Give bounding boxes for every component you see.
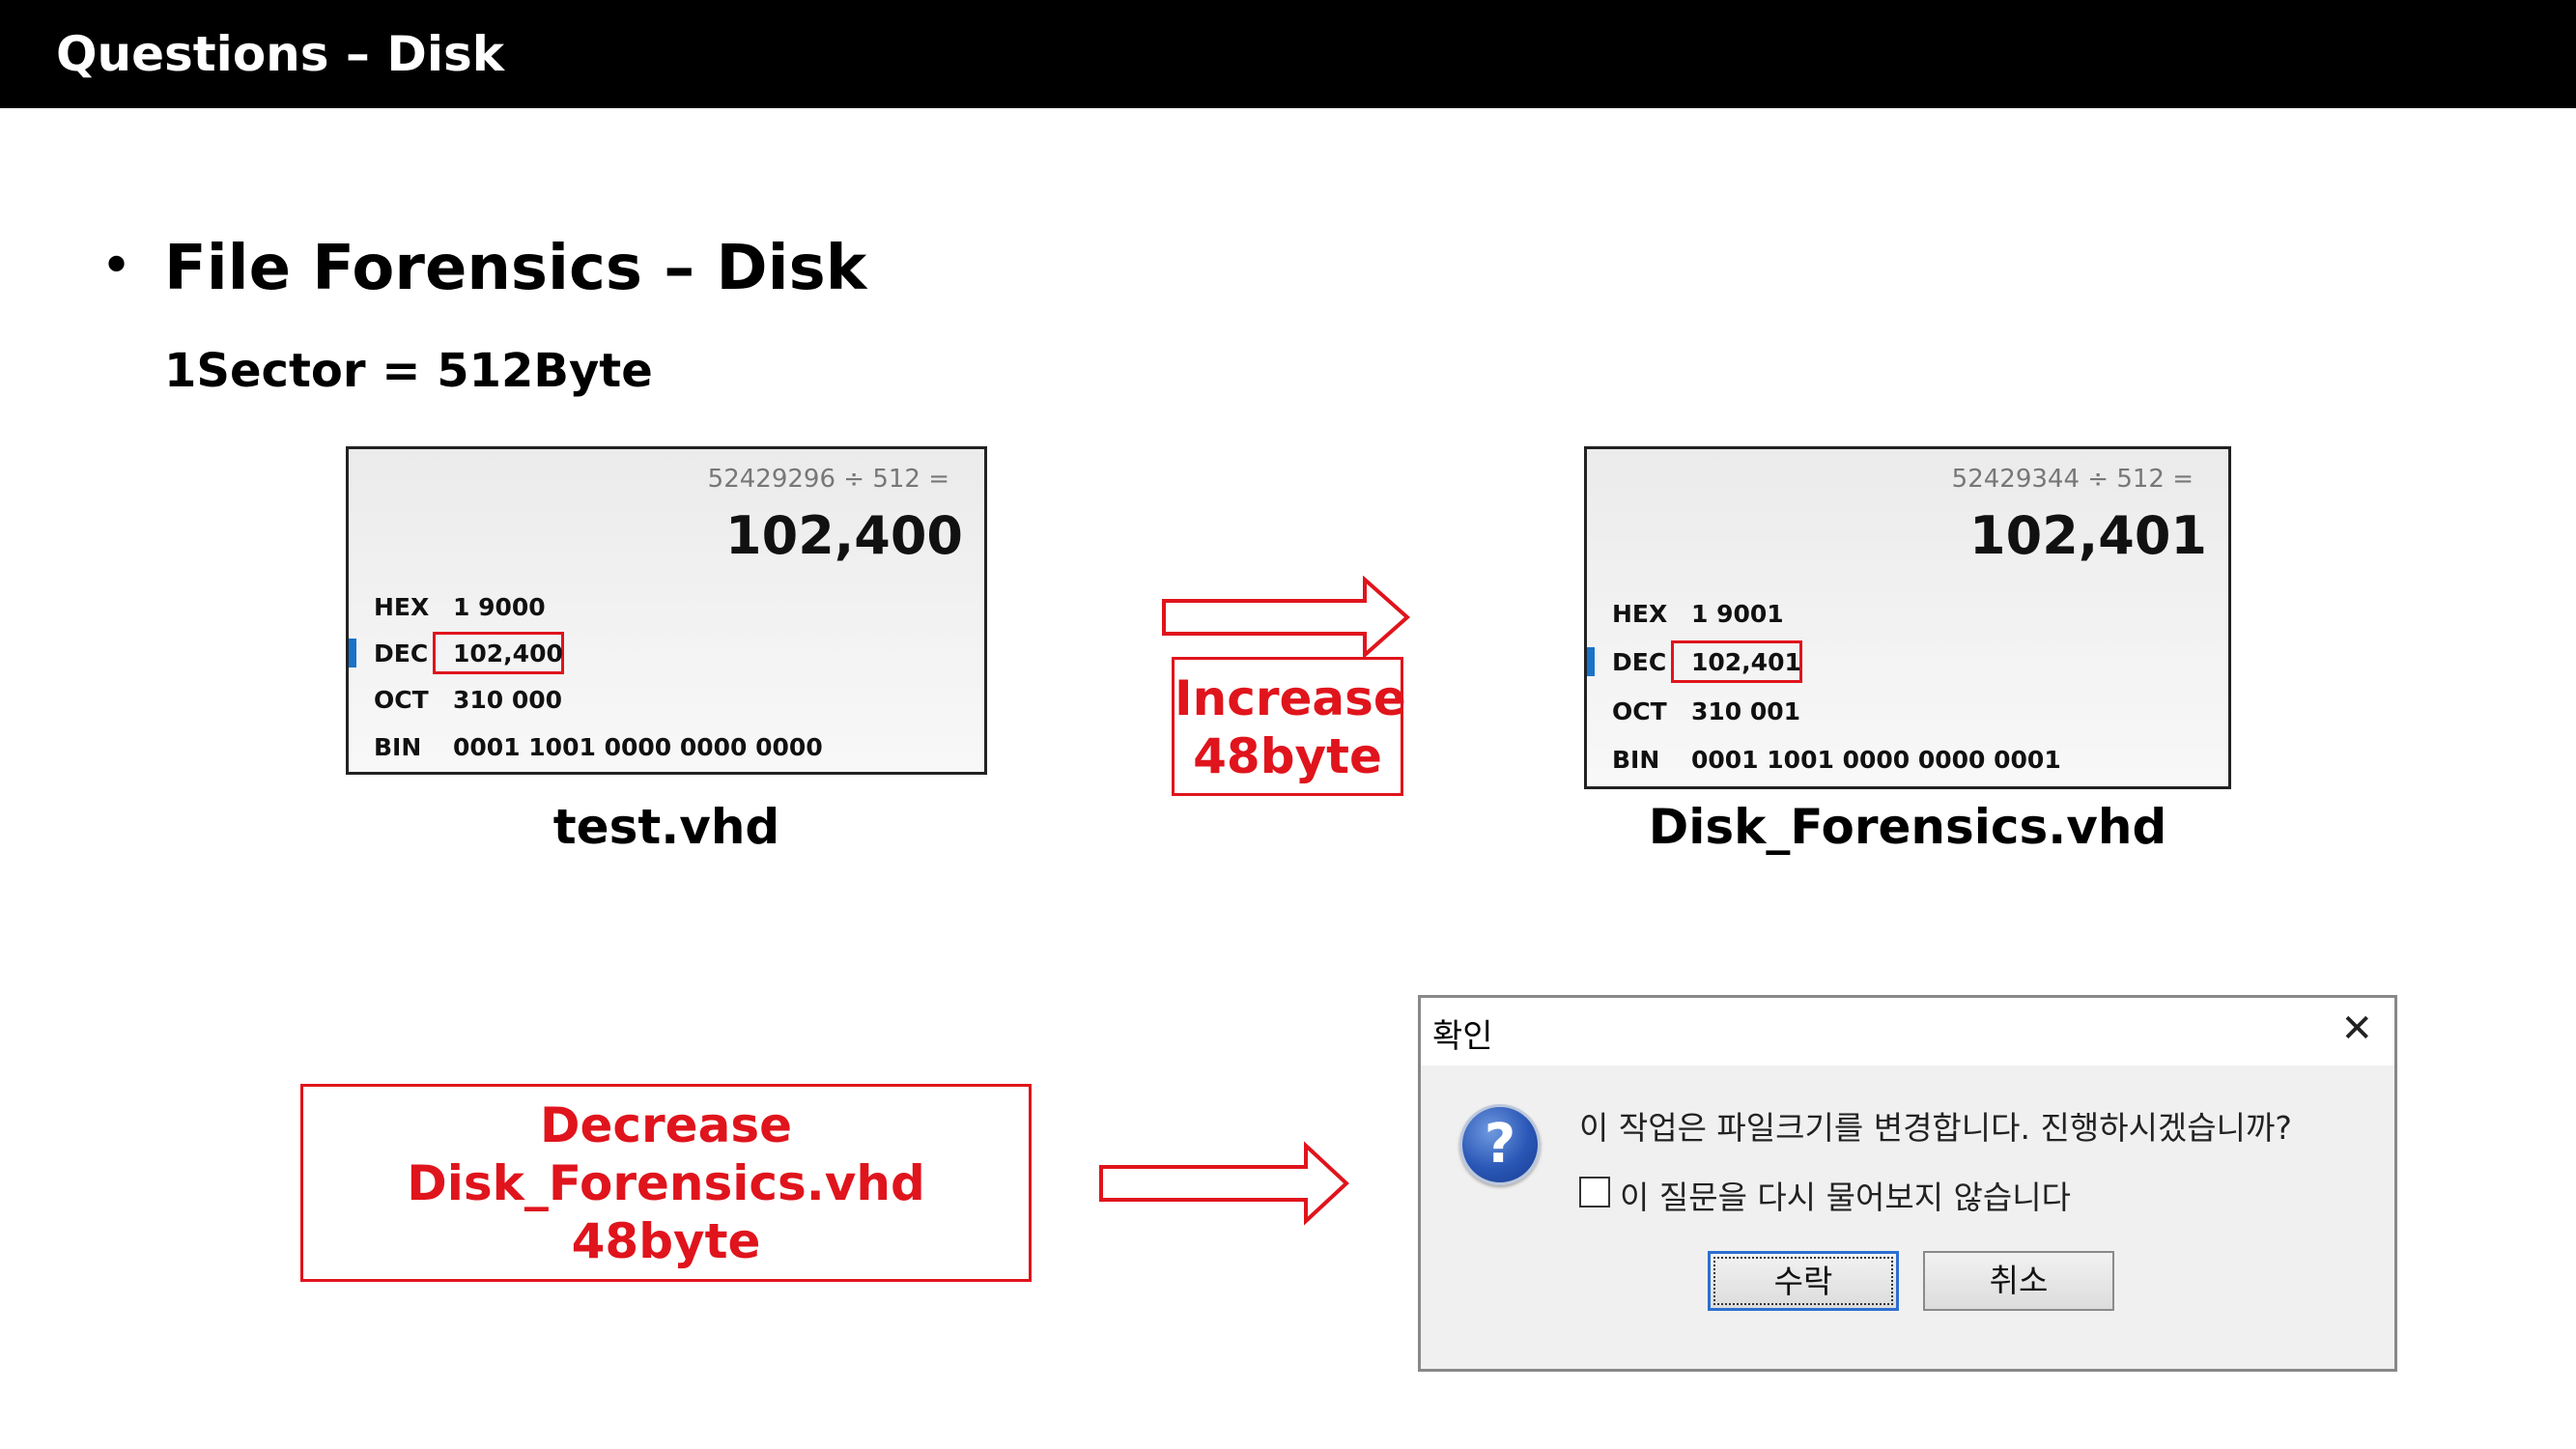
decrease-file: Disk_Forensics.vhd: [407, 1155, 925, 1211]
calc-row-label: OCT: [374, 686, 429, 714]
calc-result: 102,401: [1969, 505, 2207, 566]
calc-result: 102,400: [725, 505, 963, 566]
calc-row-dec[interactable]: DEC 102,401: [1587, 640, 2228, 684]
calc-row-label: DEC: [374, 639, 429, 668]
calc-row-value: 102,400: [453, 639, 563, 668]
confirm-dialog: 확인 ✕ ? 이 작업은 파일크기를 변경합니다. 진행하시겠습니까? 이 질문…: [1418, 995, 2397, 1372]
selection-indicator: [1587, 647, 1595, 676]
calc-row-label: OCT: [1612, 697, 1667, 725]
calc-row-label: BIN: [1612, 746, 1660, 774]
calc-row-value: 310 001: [1691, 697, 1801, 725]
sector-note: 1Sector = 512Byte: [164, 344, 653, 398]
calc-row-dec[interactable]: DEC 102,400: [349, 632, 984, 675]
help-icon: ?: [1459, 1104, 1541, 1185]
section-title: File Forensics – Disk: [164, 233, 867, 304]
calc-row-hex[interactable]: HEX 1 9000: [349, 586, 984, 629]
calc-row-label: BIN: [374, 733, 422, 761]
dont-ask-checkbox[interactable]: [1579, 1177, 1610, 1208]
calc-row-value: 310 000: [453, 686, 563, 714]
calc-row-value: 1 9000: [453, 593, 546, 621]
header-title: Questions – Disk: [56, 26, 504, 82]
dialog-title: 확인: [1432, 1017, 1493, 1056]
decrease-amount: 48byte: [571, 1213, 761, 1269]
increase-label: Increase: [1175, 670, 1406, 726]
arrow-right-icon: [1162, 576, 1411, 659]
calc-row-value: 0001 1001 0000 0000 0000: [453, 733, 823, 761]
calc-expression: 52429344 ÷ 512 =: [1951, 465, 2194, 494]
dialog-titlebar: 확인 ✕: [1421, 998, 2394, 1065]
dont-ask-label[interactable]: 이 질문을 다시 물어보지 않습니다: [1620, 1172, 2071, 1218]
calc-expression: 52429296 ÷ 512 =: [707, 465, 949, 494]
calc-row-hex[interactable]: HEX 1 9001: [1587, 593, 2228, 636]
calc-row-bin[interactable]: BIN 0001 1001 0000 0000 0000: [349, 726, 984, 769]
calc-row-value: 0001 1001 0000 0000 0001: [1691, 746, 2061, 774]
calc-row-bin[interactable]: BIN 0001 1001 0000 0000 0001: [1587, 739, 2228, 781]
caption-right: Disk_Forensics.vhd: [1648, 799, 2167, 855]
calculator-panel-left: 52429296 ÷ 512 = 102,400 HEX 1 9000 DEC …: [346, 446, 987, 775]
calc-row-value: 1 9001: [1691, 600, 1784, 628]
calc-row-oct[interactable]: OCT 310 001: [1587, 691, 2228, 733]
accept-button[interactable]: 수락: [1708, 1251, 1899, 1311]
calc-row-label: DEC: [1612, 648, 1667, 676]
calculator-panel-right: 52429344 ÷ 512 = 102,401 HEX 1 9001 DEC …: [1584, 446, 2231, 789]
close-icon[interactable]: ✕: [2340, 1008, 2373, 1050]
increase-box: Increase 48byte: [1172, 657, 1406, 796]
dialog-message: 이 작업은 파일크기를 변경합니다. 진행하시겠습니까?: [1579, 1109, 2292, 1147]
header-bar: Questions – Disk: [0, 0, 2576, 108]
decrease-box: Decrease Disk_Forensics.vhd 48byte: [300, 1084, 1032, 1282]
calc-row-oct[interactable]: OCT 310 000: [349, 679, 984, 722]
caption-left: test.vhd: [552, 799, 780, 855]
increase-amount: 48byte: [1193, 728, 1382, 784]
decrease-label: Decrease: [539, 1097, 793, 1153]
calc-row-label: HEX: [1612, 600, 1668, 628]
calc-row-label: HEX: [374, 593, 430, 621]
selection-indicator: [349, 639, 356, 668]
cancel-button[interactable]: 취소: [1923, 1251, 2114, 1311]
calc-row-value: 102,401: [1691, 648, 1801, 676]
arrow-right-icon: [1099, 1141, 1349, 1226]
bullet-glyph: •: [100, 235, 133, 298]
